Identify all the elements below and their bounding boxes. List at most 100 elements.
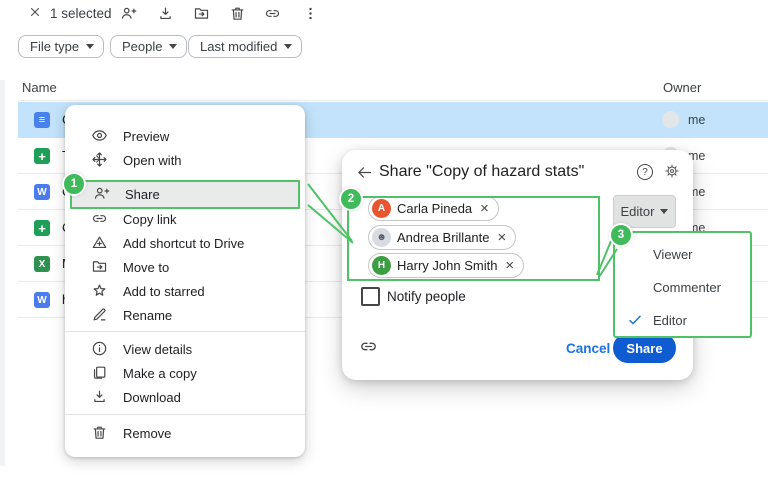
menu-item-label: Move to	[123, 260, 170, 275]
filter-chip-last-modified[interactable]: Last modified	[188, 35, 303, 58]
menu-item-move-to[interactable]: Move to	[65, 256, 305, 278]
menu-item-copy-link[interactable]: Copy link	[65, 208, 305, 230]
move-folder-icon	[91, 258, 108, 275]
chevron-down-icon	[284, 44, 293, 49]
menu-item-label: Add to starred	[123, 284, 205, 299]
owner-column-header[interactable]: Owner	[663, 80, 701, 95]
filter-bar: File type People Last modified	[0, 34, 768, 62]
avatar: A	[372, 199, 391, 218]
header-divider	[18, 100, 768, 101]
role-option-label: Commenter	[653, 280, 721, 295]
trash-icon[interactable]	[229, 5, 246, 22]
close-icon[interactable]	[28, 5, 42, 19]
notify-people-label: Notify people	[387, 289, 466, 304]
annotation-badge-1: 1	[62, 172, 86, 196]
copy-icon	[91, 364, 108, 381]
avatar: H	[372, 256, 391, 275]
avatar-face-icon: ☻	[372, 228, 391, 247]
menu-divider	[65, 331, 305, 332]
word-file-icon: W	[34, 184, 50, 200]
role-option-editor[interactable]: Editor	[615, 309, 750, 333]
avatar	[662, 111, 679, 128]
filter-label: People	[122, 39, 163, 54]
back-arrow-icon[interactable]	[356, 164, 373, 181]
cancel-button[interactable]: Cancel	[566, 341, 610, 356]
menu-item-label: Preview	[123, 129, 170, 144]
menu-item-label: Download	[123, 390, 181, 405]
name-column-header[interactable]: Name	[22, 80, 57, 95]
menu-item-label: Rename	[123, 308, 173, 323]
menu-item-label: Add shortcut to Drive	[123, 236, 245, 251]
menu-item-label: Share	[125, 187, 160, 202]
copy-link-icon[interactable]	[359, 337, 378, 356]
more-vert-icon[interactable]	[302, 5, 319, 22]
dialog-title: Share "Copy of hazard stats"	[379, 163, 585, 180]
role-dropdown-panel: Viewer Commenter Editor	[613, 231, 752, 338]
role-option-commenter[interactable]: Commenter	[615, 276, 750, 300]
google-sheets-icon: +	[34, 148, 50, 164]
filter-label: File type	[30, 39, 80, 54]
excel-file-icon: X	[34, 256, 50, 272]
recipient-chip[interactable]: ☻ Andrea Brillante ×	[368, 225, 517, 250]
role-button-label: Editor	[620, 204, 655, 219]
move-folder-icon[interactable]	[193, 5, 210, 22]
menu-item-rename[interactable]: Rename	[65, 304, 305, 326]
word-file-icon: W	[34, 292, 50, 308]
menu-item-share[interactable]: Share	[70, 180, 300, 209]
owner-label: me	[688, 113, 706, 127]
help-icon[interactable]: ?	[637, 164, 653, 180]
menu-item-add-shortcut[interactable]: Add shortcut to Drive	[65, 232, 305, 254]
link-icon[interactable]	[264, 5, 281, 22]
left-edge-strip	[0, 80, 5, 466]
recipient-name: Carla Pineda	[397, 201, 473, 216]
menu-item-label: View details	[123, 342, 193, 357]
menu-item-label: Copy link	[123, 212, 177, 227]
eye-icon	[91, 127, 108, 144]
info-icon	[91, 340, 108, 357]
annotation-badge-2: 2	[339, 187, 363, 211]
remove-chip-icon[interactable]: ×	[480, 201, 489, 216]
menu-item-view-details[interactable]: View details	[65, 338, 305, 360]
person-add-icon[interactable]	[120, 5, 137, 22]
chevron-right-icon	[91, 152, 105, 166]
drive-add-icon	[91, 234, 108, 251]
menu-item-open-with[interactable]: Open with	[65, 149, 305, 171]
role-option-viewer[interactable]: Viewer	[615, 243, 750, 267]
menu-item-label: Open with	[123, 153, 182, 168]
google-sheets-icon: +	[34, 220, 50, 236]
menu-item-add-to-starred[interactable]: Add to starred	[65, 280, 305, 302]
role-option-label: Viewer	[653, 247, 693, 262]
selected-count: 1 selected	[50, 6, 112, 21]
role-option-label: Editor	[653, 313, 687, 328]
filter-label: Last modified	[200, 39, 278, 54]
trash-icon	[91, 424, 108, 441]
selection-toolbar: 1 selected	[0, 0, 768, 28]
chevron-down-icon	[660, 209, 669, 214]
recipient-chip[interactable]: H Harry John Smith ×	[368, 253, 525, 278]
filter-chip-file-type[interactable]: File type	[18, 35, 105, 58]
menu-item-remove[interactable]: Remove	[65, 422, 305, 444]
recipient-chip[interactable]: A Carla Pineda ×	[368, 196, 499, 221]
menu-item-preview[interactable]: Preview	[65, 125, 305, 147]
remove-chip-icon[interactable]: ×	[498, 230, 507, 245]
filter-chip-people[interactable]: People	[110, 35, 188, 58]
download-icon	[91, 388, 108, 405]
recipient-name: Andrea Brillante	[397, 230, 490, 245]
chevron-down-icon	[169, 44, 178, 49]
annotation-badge-3: 3	[609, 223, 633, 247]
menu-item-download[interactable]: Download	[65, 386, 305, 408]
menu-divider	[65, 414, 305, 415]
context-menu: Preview Open with Share Copy link Add sh…	[65, 105, 305, 457]
google-docs-icon: ≡	[34, 112, 50, 128]
gear-icon[interactable]	[664, 163, 680, 179]
menu-item-label: Remove	[123, 426, 172, 441]
pencil-icon	[91, 306, 108, 323]
star-icon	[91, 282, 108, 299]
download-icon[interactable]	[157, 5, 174, 22]
person-add-icon	[93, 185, 110, 202]
chevron-down-icon	[86, 44, 95, 49]
link-icon	[91, 210, 108, 227]
menu-item-make-a-copy[interactable]: Make a copy	[65, 362, 305, 384]
remove-chip-icon[interactable]: ×	[505, 258, 514, 273]
notify-people-checkbox[interactable]	[361, 287, 380, 306]
